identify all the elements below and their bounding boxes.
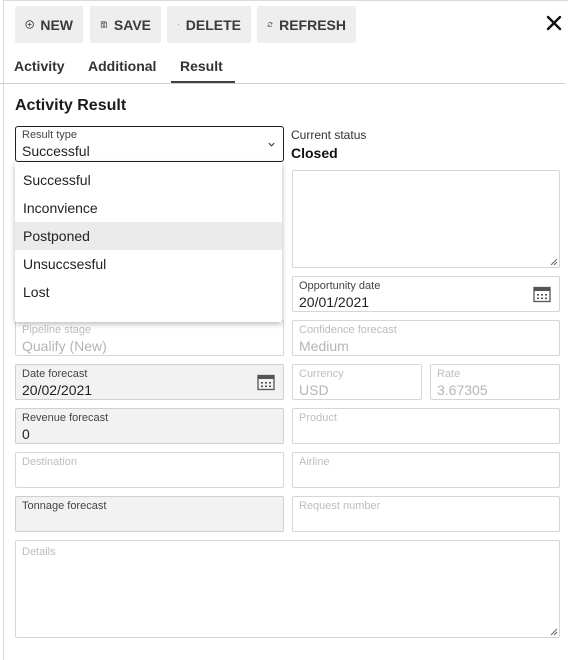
- date-forecast-field[interactable]: Date forecast 20/02/2021: [15, 364, 284, 400]
- save-button[interactable]: SAVE: [90, 6, 161, 43]
- currency-field: Currency USD: [292, 364, 422, 400]
- refresh-icon: [267, 22, 273, 27]
- currency-value: USD: [299, 382, 329, 398]
- current-status-label: Current status: [291, 128, 367, 142]
- delete-button[interactable]: DELETE: [167, 6, 251, 43]
- confidence-forecast-value: Medium: [299, 338, 349, 354]
- new-button-label: NEW: [40, 16, 73, 33]
- details-textarea[interactable]: Details: [15, 540, 560, 638]
- tab-additional[interactable]: Additional: [88, 58, 156, 74]
- calendar-icon[interactable]: [257, 374, 275, 391]
- section-title: Activity Result: [15, 97, 127, 114]
- product-label: Product: [299, 412, 337, 424]
- refresh-button[interactable]: REFRESH: [257, 6, 356, 43]
- delete-button-label: DELETE: [185, 16, 241, 33]
- request-number-field: Request number: [292, 496, 560, 532]
- revenue-forecast-value: 0: [22, 426, 30, 442]
- x-icon: [177, 23, 180, 26]
- rate-label: Rate: [437, 368, 461, 380]
- new-button[interactable]: NEW: [15, 6, 83, 43]
- result-type-value: Successful: [22, 143, 90, 159]
- dropdown-option-postponed[interactable]: Postponed: [15, 222, 282, 250]
- date-forecast-value: 20/02/2021: [22, 382, 93, 398]
- resize-handle-icon[interactable]: [549, 627, 558, 636]
- active-tab-indicator: [171, 81, 235, 83]
- resize-handle-icon[interactable]: [549, 257, 558, 266]
- tonnage-forecast-label: Tonnage forecast: [22, 500, 107, 512]
- refresh-button-label: REFRESH: [279, 16, 346, 33]
- tab-bar: Activity Additional Result: [0, 50, 565, 84]
- confidence-forecast-field: Confidence forecast Medium: [292, 320, 560, 356]
- result-type-select[interactable]: Result type Successful: [15, 126, 284, 162]
- pipeline-stage-value: Qualify (New): [22, 338, 107, 354]
- airline-field: Airline: [292, 452, 560, 488]
- dropdown-option-unsuccsesful[interactable]: Unsuccsesful: [15, 250, 282, 278]
- product-field: Product: [292, 408, 560, 444]
- request-number-label: Request number: [299, 500, 381, 512]
- pipeline-stage-label: Pipeline stage: [22, 324, 92, 336]
- details-label: Details: [22, 546, 56, 558]
- result-type-label: Result type: [22, 129, 78, 141]
- tab-activity[interactable]: Activity: [14, 58, 65, 74]
- pipeline-stage-field: Pipeline stage Qualify (New): [15, 320, 284, 356]
- destination-field: Destination: [15, 452, 284, 488]
- opportunity-date-label: Opportunity date: [299, 280, 381, 292]
- result-notes-textarea[interactable]: [292, 170, 560, 268]
- save-icon: [100, 21, 107, 28]
- save-button-label: SAVE: [113, 16, 151, 33]
- confidence-forecast-label: Confidence forecast: [299, 324, 397, 336]
- dropdown-option-lost[interactable]: Lost: [15, 278, 282, 306]
- current-status-value: Closed: [291, 145, 338, 161]
- chevron-down-icon: [268, 142, 275, 147]
- calendar-icon[interactable]: [533, 286, 551, 303]
- dropdown-option-successful[interactable]: Successful: [15, 166, 282, 194]
- date-forecast-label: Date forecast: [22, 368, 88, 380]
- airline-label: Airline: [299, 456, 330, 468]
- destination-label: Destination: [22, 456, 78, 468]
- revenue-forecast-field[interactable]: Revenue forecast 0: [15, 408, 284, 444]
- close-icon[interactable]: [543, 12, 565, 34]
- rate-value: 3.67305: [437, 382, 488, 398]
- tonnage-forecast-field[interactable]: Tonnage forecast: [15, 496, 284, 532]
- result-type-dropdown: Successful Inconvience Postponed Unsuccs…: [15, 162, 282, 322]
- opportunity-date-value: 20/01/2021: [299, 294, 370, 310]
- tab-result[interactable]: Result: [180, 58, 223, 74]
- opportunity-date-field[interactable]: Opportunity date 20/01/2021: [292, 276, 560, 312]
- revenue-forecast-label: Revenue forecast: [22, 412, 109, 424]
- dropdown-option-inconvience[interactable]: Inconvience: [15, 194, 282, 222]
- currency-label: Currency: [299, 368, 344, 380]
- plus-circle-icon: [25, 20, 34, 29]
- rate-field: Rate 3.67305: [430, 364, 560, 400]
